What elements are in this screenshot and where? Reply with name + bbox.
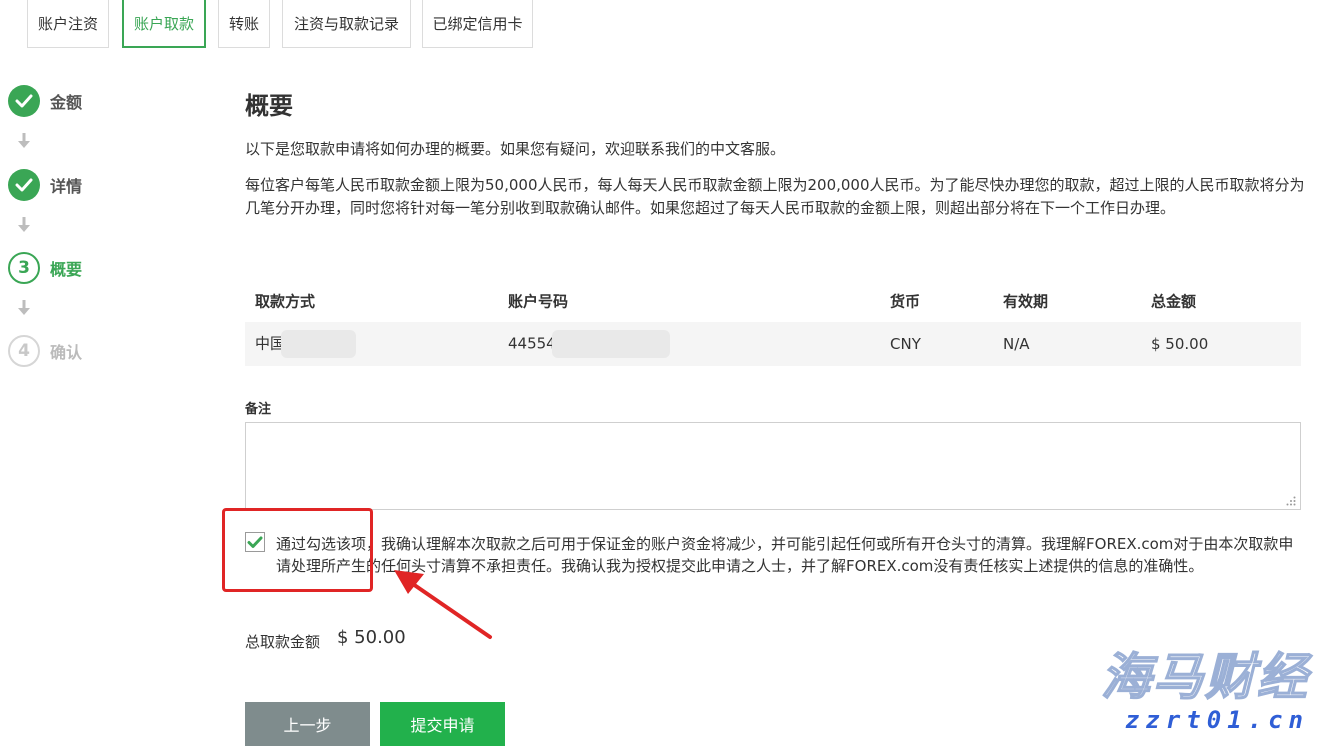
total-label: 总取款金额 — [245, 633, 321, 651]
redacted-mask — [281, 330, 357, 358]
step-label: 详情 — [50, 177, 83, 196]
check-icon — [8, 85, 40, 117]
amount-cell: $ 50.00 — [1151, 335, 1209, 353]
step-confirm: 4 确认 — [8, 335, 82, 367]
tab-deposit[interactable]: 账户注资 — [27, 0, 109, 48]
remarks-label: 备注 — [245, 402, 272, 417]
watermark-domain: zzrt01.cn — [1124, 706, 1309, 734]
remarks-textarea[interactable] — [245, 422, 1301, 510]
step-label: 概要 — [50, 260, 83, 279]
account-cell: 44554 — [508, 330, 670, 358]
step-label: 确认 — [50, 343, 83, 362]
redacted-mask — [551, 330, 670, 358]
withdrawal-table: 取款方式 账户号码 货币 有效期 总金额 中国 44554 CNY N/A $ … — [245, 280, 1301, 366]
header-currency: 货币 — [890, 292, 921, 311]
watermark: 海马财经 zzrt01.cn — [1059, 647, 1309, 744]
arrow-down-icon — [18, 133, 30, 148]
step-number: 4 — [8, 335, 40, 367]
step-label: 金额 — [50, 93, 83, 112]
header-expiry: 有效期 — [1003, 292, 1049, 311]
arrow-down-icon — [18, 300, 30, 315]
arrow-down-icon — [18, 217, 30, 232]
method-cell: 中国 — [255, 330, 357, 358]
watermark-title: 海马财经 — [1100, 647, 1309, 706]
resize-grip-icon[interactable] — [1286, 496, 1296, 506]
table-header: 取款方式 账户号码 货币 有效期 总金额 — [245, 280, 1301, 322]
step-details: 详情 — [8, 169, 82, 201]
tab-history[interactable]: 注资与取款记录 — [282, 0, 411, 48]
page-title: 概要 — [245, 92, 293, 120]
previous-button[interactable]: 上一步 — [245, 702, 370, 746]
total-value: $ 50.00 — [337, 627, 406, 648]
header-account: 账户号码 — [508, 292, 569, 311]
tab-transfer[interactable]: 转账 — [218, 0, 270, 48]
step-amount: 金额 — [8, 85, 82, 117]
expiry-cell: N/A — [1003, 335, 1030, 353]
step-summary: 3 概要 — [8, 252, 82, 284]
step-number: 3 — [8, 252, 40, 284]
check-icon — [8, 169, 40, 201]
tab-bar: 账户注资 账户取款 转账 注资与取款记录 已绑定信用卡 — [0, 0, 1317, 48]
limit-notice: 每位客户每笔人民币取款金额上限为50,000人民币，每人每天人民币取款金额上限为… — [245, 176, 1305, 217]
checkmark-icon — [247, 536, 263, 548]
consent-checkbox[interactable] — [245, 532, 265, 552]
header-method: 取款方式 — [255, 292, 316, 311]
intro-text: 以下是您取款申请将如何办理的概要。如果您有疑问，欢迎联系我们的中文客服。 — [245, 140, 786, 158]
table-row: 中国 44554 CNY N/A $ 50.00 — [245, 322, 1301, 366]
tab-withdraw[interactable]: 账户取款 — [122, 0, 206, 48]
consent-text: 通过勾选该项，我确认理解本次取款之后可用于保证金的账户资金将减少，并可能引起任何… — [276, 535, 1294, 575]
submit-button[interactable]: 提交申请 — [380, 702, 505, 746]
tab-bound-cards[interactable]: 已绑定信用卡 — [422, 0, 533, 48]
header-amount: 总金额 — [1151, 292, 1197, 311]
currency-cell: CNY — [890, 335, 921, 353]
